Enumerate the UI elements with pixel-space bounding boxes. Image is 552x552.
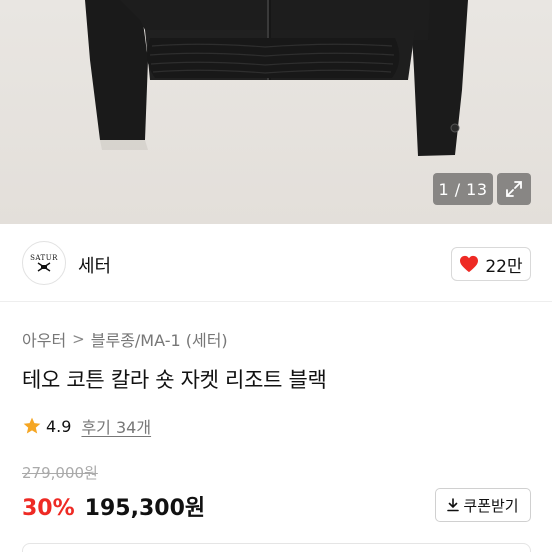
star-icon [23, 417, 41, 434]
brand-logo-text: SATUR [30, 254, 58, 262]
brand-row: SATUR 세터 22만 [0, 224, 552, 302]
brand-emblem-icon [37, 262, 51, 272]
brand-name[interactable]: 세터 [78, 252, 111, 278]
sale-price: 195,300원 [84, 496, 206, 521]
product-title: 테오 코튼 칼라 숏 자켓 리조트 블랙 [22, 368, 327, 392]
review-link[interactable]: 후기 34개 [81, 414, 151, 438]
like-button[interactable]: 22만 [451, 247, 531, 281]
brand-logo[interactable]: SATUR [22, 241, 66, 285]
discount-rate: 30% [22, 496, 75, 521]
breadcrumb: 아우터 > 블루종/MA-1 (세터) [22, 327, 228, 351]
heart-icon [460, 255, 479, 273]
like-count: 22만 [485, 256, 523, 277]
image-counter: 1 / 13 [433, 173, 493, 205]
coupon-button[interactable]: 쿠폰받기 [435, 488, 531, 522]
rating-value: 4.9 [46, 416, 72, 436]
breadcrumb-item-subcategory[interactable]: 블루종/MA-1 (세터) [91, 327, 228, 351]
download-icon [447, 498, 460, 512]
chevron-right-icon: > [72, 330, 85, 348]
product-image-gallery[interactable]: 1 / 13 [0, 0, 552, 224]
expand-button[interactable] [497, 173, 531, 205]
benefit-card [22, 543, 531, 552]
breadcrumb-item-category[interactable]: 아우터 [22, 327, 66, 351]
rating: 4.9 후기 34개 [22, 414, 151, 438]
coupon-label: 쿠폰받기 [463, 496, 519, 515]
price-row: 30% 195,300원 [22, 490, 205, 522]
expand-icon [506, 181, 522, 197]
original-price: 279,000원 [22, 464, 98, 482]
